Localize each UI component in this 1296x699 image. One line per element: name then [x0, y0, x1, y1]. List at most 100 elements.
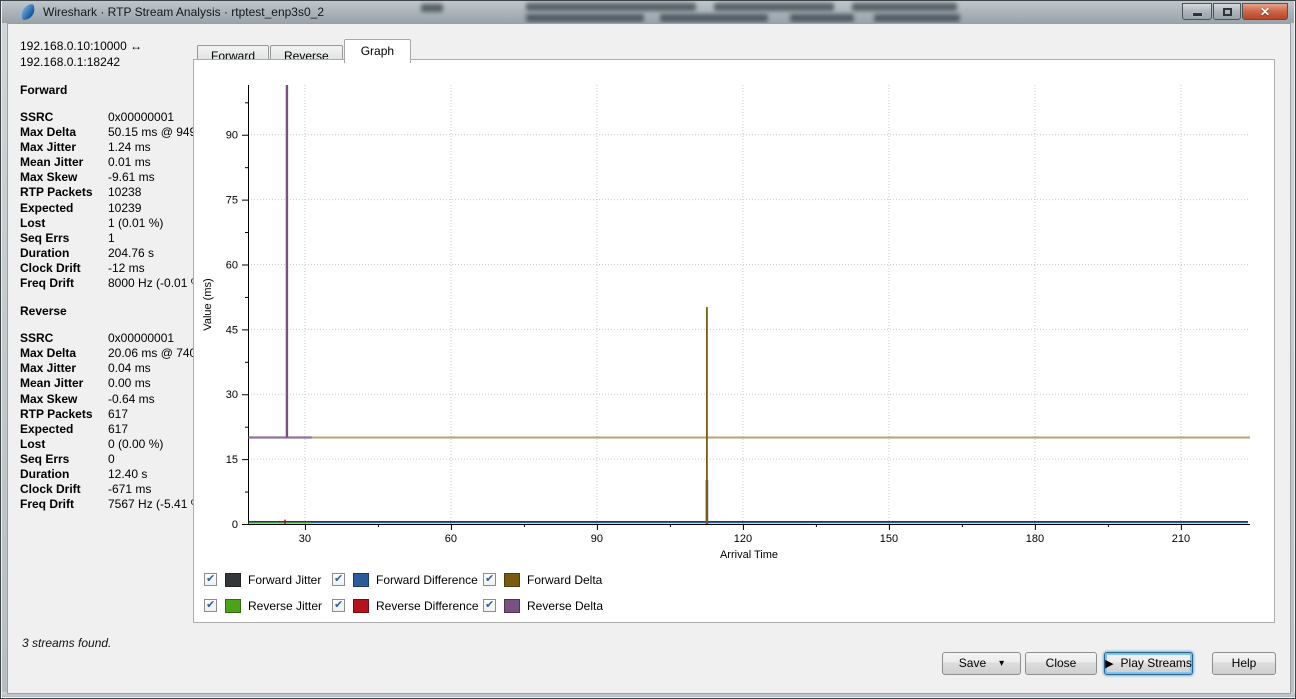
legend-color-swatch: [225, 599, 241, 613]
maximize-button[interactable]: [1213, 3, 1241, 20]
svg-text:150: 150: [880, 533, 898, 545]
stat-row: Mean Jitter0.01 ms: [20, 155, 196, 170]
sidebar-sections: ForwardSSRC0x00000001Max Delta50.15 ms @…: [20, 83, 196, 512]
background-window-artifact: [874, 14, 960, 22]
stat-row: Seq Errs0: [20, 452, 196, 467]
stat-label: Max Skew: [20, 170, 108, 185]
legend-label: Reverse Delta: [527, 599, 603, 613]
stat-row: Max Jitter0.04 ms: [20, 361, 196, 376]
stat-value: 50.15 ms @ 9492: [108, 125, 203, 140]
stat-row: Max Skew-9.61 ms: [20, 170, 196, 185]
svg-text:90: 90: [226, 130, 238, 142]
close-button-label: Close: [1046, 656, 1077, 670]
stat-label: Mean Jitter: [20, 376, 108, 391]
stat-row: Clock Drift-12 ms: [20, 261, 196, 276]
legend-color-swatch: [353, 573, 369, 587]
svg-text:30: 30: [226, 389, 238, 401]
stat-label: RTP Packets: [20, 185, 108, 200]
stat-label: SSRC: [20, 331, 108, 346]
stream-statistics-sidebar: 192.168.0.10:10000 ↔ 192.168.0.1:18242 F…: [20, 38, 196, 512]
tab-graph[interactable]: Graph: [344, 39, 411, 63]
stat-label: Max Jitter: [20, 140, 108, 155]
legend-checkbox[interactable]: [332, 573, 345, 586]
stat-label: Freq Drift: [20, 497, 108, 512]
svg-text:0: 0: [232, 519, 238, 531]
minimize-button[interactable]: [1182, 3, 1212, 20]
legend-checkbox[interactable]: [204, 599, 217, 612]
stat-value: 617: [108, 407, 128, 422]
svg-text:15: 15: [226, 454, 238, 466]
legend-label: Reverse Difference: [376, 599, 479, 613]
stat-label: Freq Drift: [20, 276, 108, 291]
stat-label: Lost: [20, 437, 108, 452]
svg-text:45: 45: [226, 324, 238, 336]
svg-text:75: 75: [226, 195, 238, 207]
stat-label: Max Delta: [20, 346, 108, 361]
background-window-artifact: [660, 14, 768, 22]
svg-text:180: 180: [1026, 533, 1044, 545]
stat-row: Freq Drift7567 Hz (-5.41 %): [20, 497, 196, 512]
stat-label: Expected: [20, 201, 108, 216]
stat-value: 1 (0.01 %): [108, 216, 163, 231]
legend-checkbox[interactable]: [483, 573, 496, 586]
stat-label: Lost: [20, 216, 108, 231]
stat-value: -0.64 ms: [108, 392, 155, 407]
save-button[interactable]: Save: [942, 652, 1021, 675]
stat-row: Lost1 (0.01 %): [20, 216, 196, 231]
legend-checkbox[interactable]: [204, 573, 217, 586]
rtp-graph[interactable]: 0153045607590306090120150180210Value (ms…: [194, 60, 1274, 622]
help-button[interactable]: Help: [1212, 652, 1276, 675]
svg-text:Arrival Time: Arrival Time: [720, 549, 778, 561]
legend-label: Forward Difference: [376, 573, 478, 587]
stat-label: Duration: [20, 246, 108, 261]
stat-value: 20.06 ms @ 740: [108, 346, 196, 361]
stat-value: 0.00 ms: [108, 376, 151, 391]
stat-row: Max Delta50.15 ms @ 9492: [20, 125, 196, 140]
sidebar-section-heading: Forward: [20, 83, 196, 97]
close-window-button[interactable]: [1242, 3, 1288, 20]
stat-row: Max Skew-0.64 ms: [20, 392, 196, 407]
stat-row: Max Delta20.06 ms @ 740: [20, 346, 196, 361]
close-button[interactable]: Close: [1025, 652, 1097, 675]
legend-color-swatch: [504, 599, 520, 613]
stat-row: Lost0 (0.00 %): [20, 437, 196, 452]
svg-text:60: 60: [226, 259, 238, 271]
stat-row: Freq Drift8000 Hz (-0.01 %): [20, 276, 196, 291]
stat-label: Max Skew: [20, 392, 108, 407]
stat-value: 7567 Hz (-5.41 %): [108, 497, 205, 512]
stat-label: RTP Packets: [20, 407, 108, 422]
stat-row: SSRC0x00000001: [20, 110, 196, 125]
svg-text:30: 30: [299, 533, 311, 545]
stat-value: 0x00000001: [108, 331, 174, 346]
save-button-label: Save: [959, 656, 986, 670]
legend-label: Reverse Jitter: [248, 599, 322, 613]
stat-value: 8000 Hz (-0.01 %): [108, 276, 205, 291]
dialog-client-area: 192.168.0.10:10000 ↔ 192.168.0.1:18242 F…: [7, 23, 1291, 694]
tab-bar: ForwardReverseGraph: [197, 39, 412, 60]
stat-value: 12.40 s: [108, 467, 147, 482]
stat-row: Duration12.40 s: [20, 467, 196, 482]
play-streams-button[interactable]: Play Streams: [1104, 652, 1193, 675]
stat-row: Expected617: [20, 422, 196, 437]
sidebar-section-heading: Reverse: [20, 304, 196, 318]
streams-found-status: 3 streams found.: [22, 636, 111, 650]
legend-checkbox[interactable]: [332, 599, 345, 612]
stat-label: SSRC: [20, 110, 108, 125]
graph-panel: 0153045607590306090120150180210Value (ms…: [193, 59, 1275, 623]
background-window-artifact: [852, 3, 957, 11]
stream-pair-source: 192.168.0.10:10000 ↔: [20, 38, 196, 54]
stat-label: Expected: [20, 422, 108, 437]
legend-color-swatch: [504, 573, 520, 587]
background-window-artifact: [421, 4, 443, 12]
stat-label: Clock Drift: [20, 261, 108, 276]
stat-value: 1.24 ms: [108, 140, 151, 155]
stat-value: 204.76 s: [108, 246, 154, 261]
stat-row: Expected10239: [20, 201, 196, 216]
title-bar[interactable]: Wireshark · RTP Stream Analysis · rtptes…: [2, 1, 1294, 23]
legend-label: Forward Delta: [527, 573, 602, 587]
rtp-stream-analysis-window: Wireshark · RTP Stream Analysis · rtptes…: [0, 0, 1296, 699]
stat-value: 0x00000001: [108, 110, 174, 125]
stat-row: RTP Packets10238: [20, 185, 196, 200]
legend-checkbox[interactable]: [483, 599, 496, 612]
stat-row: Clock Drift-671 ms: [20, 482, 196, 497]
